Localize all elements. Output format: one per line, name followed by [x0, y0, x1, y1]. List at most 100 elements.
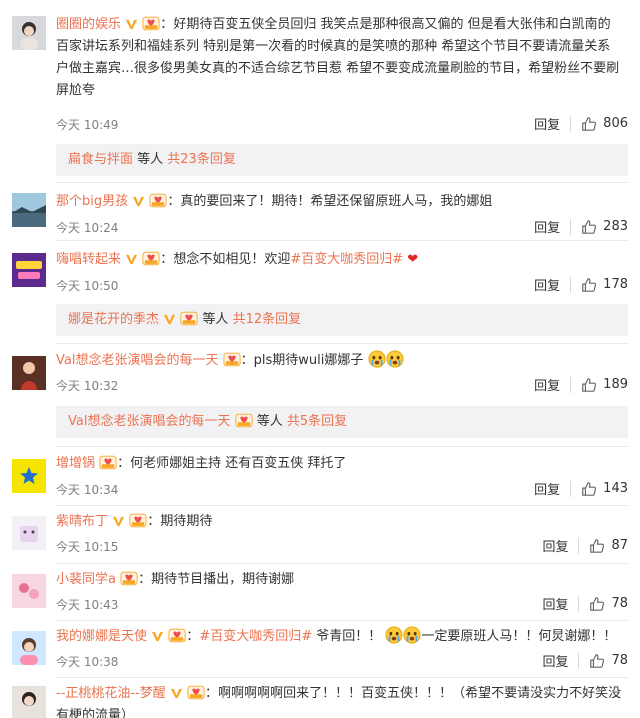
username-link[interactable]: 那个big男孩: [56, 194, 128, 209]
like-button[interactable]: 283: [581, 219, 628, 235]
heart-emoji-icon: ❤: [407, 252, 419, 267]
like-button[interactable]: 78: [589, 596, 628, 612]
username-link[interactable]: --正桃桃花油--梦醒: [56, 686, 166, 701]
username-link[interactable]: 紫晴布丁: [56, 514, 108, 529]
avatar[interactable]: [12, 459, 46, 493]
verified-badge-icon: [163, 313, 176, 326]
username-link[interactable]: 嗨唱转起来: [56, 252, 121, 267]
avatar[interactable]: [12, 631, 46, 665]
reply-button[interactable]: 回复: [534, 114, 560, 133]
like-button[interactable]: 189: [581, 377, 628, 393]
like-button[interactable]: 143: [581, 481, 628, 497]
username-link[interactable]: Val想念老张演唱会的每一天: [56, 353, 218, 368]
reply-button[interactable]: 回复: [534, 479, 560, 498]
like-count: 178: [603, 277, 628, 292]
comment-text-line: 好期待百变五侠全员回归 我笑点是那种很高又偏的 但是看大张伟和白凯南的: [173, 17, 611, 32]
reply-button[interactable]: 回复: [542, 536, 568, 555]
cry-emoji-icon: [386, 350, 404, 376]
comment-body: 我的娜娜是天使 ：#百变大咖秀回归# 爷青回！！ 一定要原班人马！！何炅谢娜！！: [56, 626, 628, 652]
reply-user-link[interactable]: 娜是花开的季杰: [68, 312, 159, 327]
username-link[interactable]: 我的娜娜是天使: [56, 629, 147, 644]
fan-badge-icon: [187, 685, 205, 700]
thumbs-up-icon: [589, 538, 605, 554]
comment-text-line: 啊啊啊啊啊回来了！！！百变五侠！！！（希望不要请没实力不好笑没: [218, 686, 622, 701]
like-button[interactable]: 78: [589, 653, 628, 669]
reply-count-link[interactable]: 共23条回复: [167, 152, 236, 167]
like-button[interactable]: 87: [589, 538, 628, 554]
comment-text-line: 屏尬夸: [56, 83, 96, 98]
comment-text: 期待节目播出，期待谢娜: [151, 572, 295, 587]
hashtag-link[interactable]: #百变大咖秀回归#: [199, 629, 312, 644]
thumbs-up-icon: [581, 219, 597, 235]
cry-emoji-icon: [403, 626, 421, 652]
reply-button[interactable]: 回复: [542, 594, 568, 613]
avatar[interactable]: [12, 253, 46, 287]
reply-button[interactable]: 回复: [534, 217, 560, 236]
cry-emoji-icon: [385, 626, 403, 652]
thumbs-up-icon: [581, 116, 597, 132]
avatar[interactable]: [12, 356, 46, 390]
comment-body: 小裴同学a ：期待节目播出，期待谢娜: [56, 572, 295, 587]
avatar[interactable]: [12, 16, 46, 50]
divider: [578, 595, 580, 612]
username-link[interactable]: 小裴同学a: [56, 572, 116, 587]
comment-text-line: 户做主嘉宾…很多俊男美女真的不适合综艺节目惹 希望不要变成流量刷脸的节目，希望粉…: [56, 61, 620, 76]
comment-body: 紫晴布丁 ：期待期待: [56, 513, 213, 529]
fan-badge-icon: [149, 193, 167, 208]
thumbs-up-icon: [581, 377, 597, 393]
username-link[interactable]: 增增锅: [56, 456, 95, 471]
avatar[interactable]: [12, 516, 46, 550]
timestamp: 今天 10:32: [56, 379, 119, 393]
divider: [578, 537, 580, 554]
reply-thread-summary[interactable]: Val想念老张演唱会的每一天 等人 共5条回复: [56, 406, 628, 438]
reply-user-link[interactable]: 扁食与拌面: [68, 152, 133, 167]
avatar[interactable]: [12, 193, 46, 227]
timestamp: 今天 10:38: [56, 655, 119, 669]
like-count: 87: [611, 538, 628, 553]
comment-item: 圈圈的娱乐 ：好期待百变五侠全员回归 我笑点是那种很高又偏的 但是看大张伟和白凯…: [0, 0, 640, 144]
verified-badge-icon: [170, 687, 183, 700]
comment-item: 我的娜娜是天使 ：#百变大咖秀回归# 爷青回！！ 一定要原班人马！！何炅谢娜！！…: [0, 621, 640, 677]
avatar[interactable]: [12, 686, 46, 718]
comment-actions: 回复 806: [534, 114, 628, 133]
reply-button[interactable]: 回复: [534, 275, 560, 294]
reply-thread-summary[interactable]: 娜是花开的季杰 等人 共12条回复: [56, 304, 628, 336]
hashtag-link[interactable]: #百变大咖秀回归#: [290, 252, 403, 267]
comment-text: 爷青回！！: [312, 629, 382, 644]
divider: [570, 276, 572, 293]
username-link[interactable]: 圈圈的娱乐: [56, 17, 121, 32]
like-count: 143: [603, 481, 628, 496]
reply-count-link[interactable]: 共12条回复: [233, 312, 302, 327]
verified-badge-icon: [125, 253, 138, 266]
comment-actions: 回复 283: [534, 217, 628, 236]
like-count: 78: [611, 653, 628, 668]
like-button[interactable]: 178: [581, 277, 628, 293]
divider: [570, 218, 572, 235]
divider: [578, 652, 580, 669]
avatar[interactable]: [12, 574, 46, 608]
comment-item: 增增锅 ：何老师娜姐主持 还有百变五侠 拜托了 今天 10:34 回复 143: [0, 447, 640, 505]
like-button[interactable]: 806: [581, 116, 628, 132]
reply-button[interactable]: 回复: [534, 375, 560, 394]
cry-emoji-icon: [368, 350, 386, 376]
like-count: 283: [603, 219, 628, 234]
thumbs-up-icon: [589, 596, 605, 612]
fan-badge-icon: [180, 311, 198, 326]
comment-item: --正桃桃花油--梦醒 ：啊啊啊啊啊回来了！！！百变五侠！！！（希望不要请没实力…: [0, 678, 640, 718]
verified-badge-icon: [125, 18, 138, 31]
comment-text: 想念不如相见！欢迎: [173, 252, 291, 267]
reply-user-link[interactable]: Val想念老张演唱会的每一天: [68, 414, 230, 429]
comment-actions: 回复 189: [534, 375, 628, 394]
fan-badge-icon: [168, 628, 186, 643]
like-count: 806: [603, 116, 628, 131]
comment-text: pls期待wuli娜娜子: [253, 353, 364, 368]
reply-thread-summary[interactable]: 扁食与拌面 等人 共23条回复: [56, 144, 628, 176]
verified-badge-icon: [151, 630, 164, 643]
reply-button[interactable]: 回复: [542, 651, 568, 670]
reply-count-link[interactable]: 共5条回复: [287, 414, 347, 429]
comment-actions: 回复 78: [542, 594, 628, 613]
timestamp: 今天 10:24: [56, 221, 119, 235]
comment-body: 增增锅 ：何老师娜姐主持 还有百变五侠 拜托了: [56, 456, 347, 471]
thumbs-up-icon: [589, 653, 605, 669]
fan-badge-icon: [129, 513, 147, 528]
